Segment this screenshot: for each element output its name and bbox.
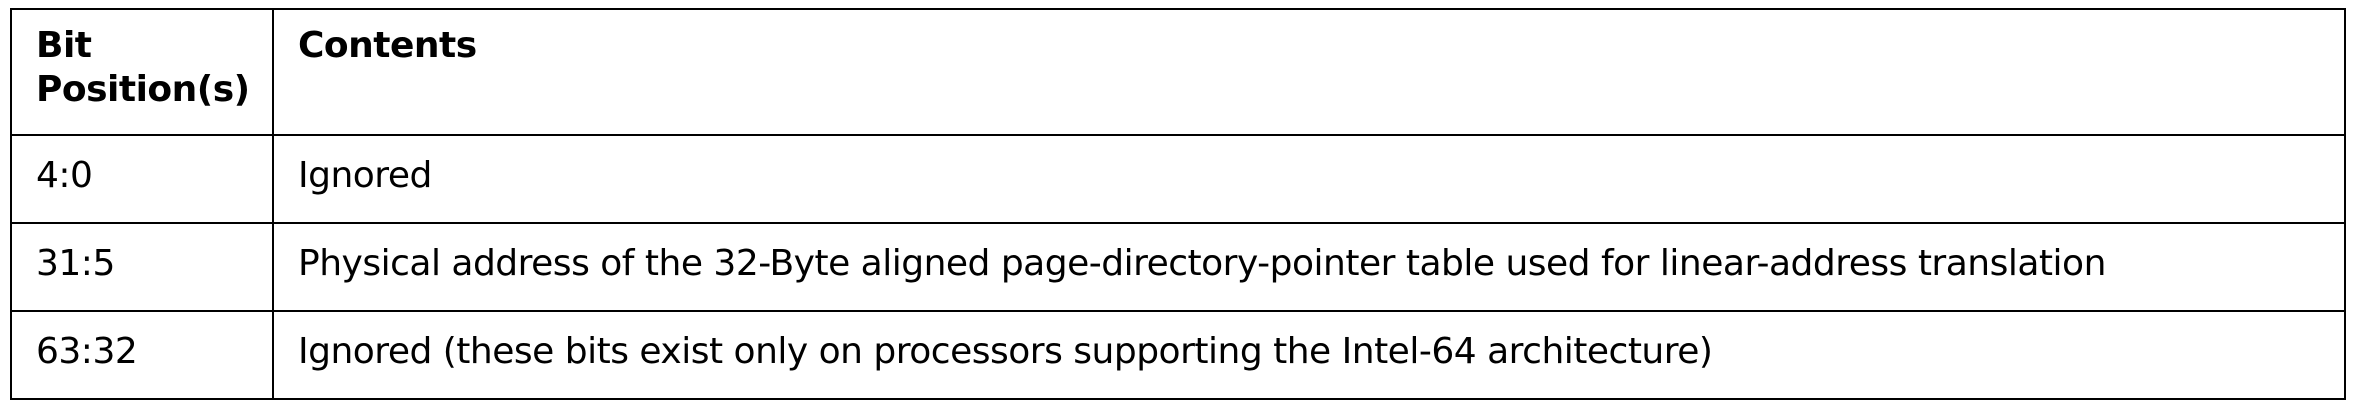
cell-bit-position: 31:5 — [10, 222, 274, 312]
cell-contents: Physical address of the 32-Byte aligned … — [272, 222, 2346, 312]
bit-position-table: Bit Position(s) Contents 4:0 Ignored 31:… — [10, 8, 2346, 400]
table-header-row: Bit Position(s) Contents — [10, 8, 2346, 136]
cell-bit-position: 4:0 — [10, 134, 274, 224]
table-row: 4:0 Ignored — [10, 134, 2346, 224]
header-positions-label: Position(s) — [36, 69, 250, 110]
table-row: 31:5 Physical address of the 32-Byte ali… — [10, 222, 2346, 312]
column-header-contents: Contents — [272, 8, 2346, 136]
table-row: 63:32 Ignored (these bits exist only on … — [10, 310, 2346, 400]
cell-contents: Ignored (these bits exist only on proces… — [272, 310, 2346, 400]
cell-bit-position: 63:32 — [10, 310, 274, 400]
column-header-bit-positions: Bit Position(s) — [10, 8, 274, 136]
bit-position-table-container: Bit Position(s) Contents 4:0 Ignored 31:… — [10, 8, 2346, 400]
cell-contents: Ignored — [272, 134, 2346, 224]
header-bit-label: Bit — [36, 25, 92, 66]
